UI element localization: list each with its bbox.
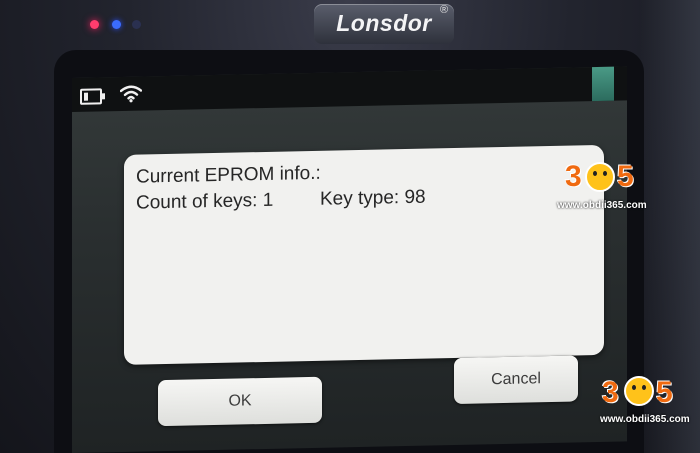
wifi-icon (120, 85, 142, 103)
watermark-digit: 3 (602, 376, 619, 409)
watermark-digit: 3 (565, 160, 582, 193)
battery-icon (80, 88, 102, 105)
dialog-title: Current EPROM info.: (136, 162, 321, 188)
smiley-icon (624, 376, 654, 406)
cancel-button[interactable]: Cancel (454, 355, 578, 404)
watermark-logo-bottom: 3 5 www.obdii365.com (598, 366, 690, 430)
eprom-info-dialog: Current EPROM info.: Count of keys: 1 Ke… (124, 144, 604, 365)
watermark-url: www.obdii365.com (557, 200, 647, 211)
smiley-icon (585, 162, 615, 192)
count-of-keys: Count of keys: 1 (136, 189, 274, 214)
status-indicator (592, 66, 614, 102)
watermark-url: www.obdii365.com (600, 414, 690, 425)
registered-mark: ® (440, 4, 449, 16)
ok-button[interactable]: OK (158, 376, 322, 427)
watermark-logo-top: 3 5 www.obdii365.com (557, 160, 647, 220)
idle-led (132, 20, 141, 29)
brand-logo: Lonsdor (336, 10, 432, 36)
device-frame: Lonsdor ® Current EPROM info.: Count of … (0, 0, 700, 453)
brand-plate: Lonsdor (314, 4, 454, 44)
status-led (112, 20, 121, 29)
watermark-digit: 5 (656, 376, 673, 409)
power-led (90, 20, 99, 29)
key-type: Key type: 98 (320, 186, 426, 210)
device-screen: Current EPROM info.: Count of keys: 1 Ke… (72, 66, 627, 453)
watermark-digit: 5 (617, 160, 634, 193)
